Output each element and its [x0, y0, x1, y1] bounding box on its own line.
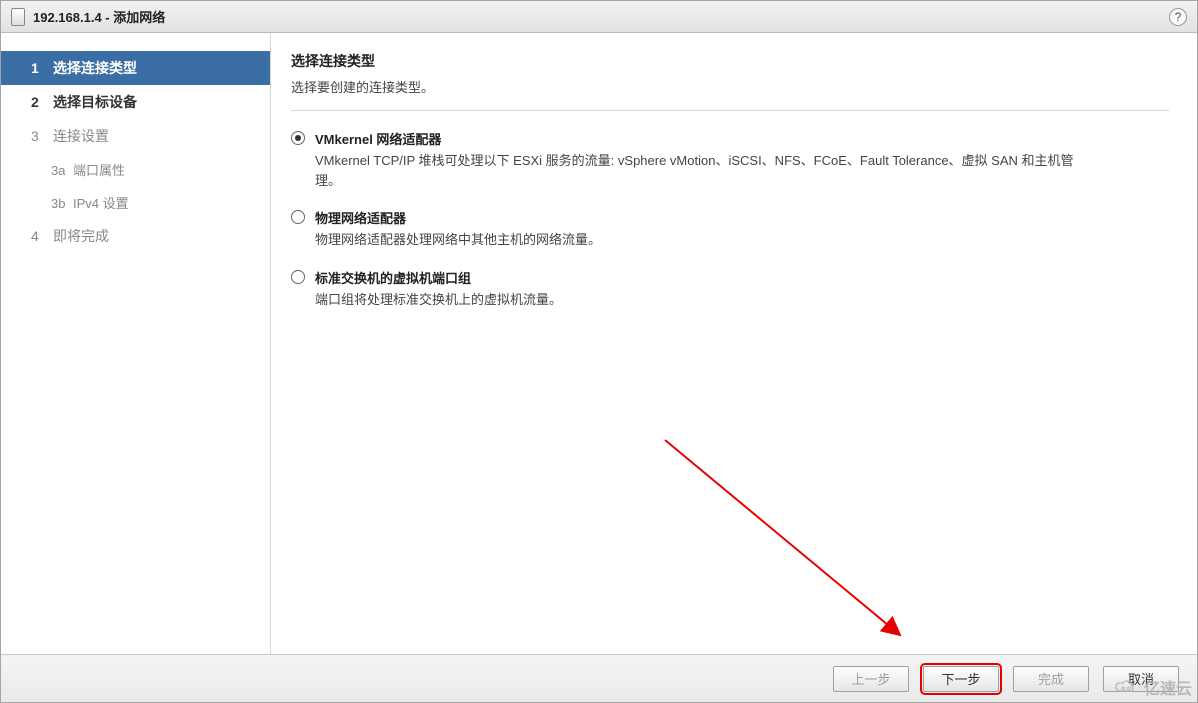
- step-ipv4-settings: 3bIPv4 设置: [1, 186, 270, 219]
- cloud-icon: [1112, 678, 1140, 696]
- main-panel: 选择连接类型 选择要创建的连接类型。 VMkernel 网络适配器 VMkern…: [271, 33, 1197, 654]
- help-icon[interactable]: ?: [1169, 8, 1187, 26]
- step-select-target-device[interactable]: 2选择目标设备: [1, 85, 270, 119]
- finish-button[interactable]: 完成: [1013, 666, 1089, 692]
- dialog-title: 192.168.1.4 - 添加网络: [33, 7, 165, 26]
- back-button[interactable]: 上一步: [833, 666, 909, 692]
- page-title: 选择连接类型: [291, 51, 1169, 71]
- divider: [291, 110, 1169, 111]
- option-physical-desc: 物理网络适配器处理网络中其他主机的网络流量。: [315, 230, 601, 250]
- option-vmkernel-title: VMkernel 网络适配器: [315, 129, 1075, 148]
- step-select-connection-type[interactable]: 1选择连接类型: [1, 51, 270, 85]
- option-physical-title: 物理网络适配器: [315, 208, 601, 227]
- dialog-footer: 上一步 下一步 完成 取消: [1, 654, 1197, 702]
- host-icon: [11, 8, 25, 26]
- option-portgroup-desc: 端口组将处理标准交换机上的虚拟机流量。: [315, 290, 562, 310]
- radio-portgroup[interactable]: [291, 270, 305, 284]
- wizard-sidebar: 1选择连接类型 2选择目标设备 3连接设置 3a端口属性 3bIPv4 设置 4…: [1, 33, 271, 654]
- step-ready-to-complete: 4即将完成: [1, 219, 270, 253]
- watermark: 亿速云: [1112, 675, 1192, 699]
- step-connection-settings: 3连接设置: [1, 119, 270, 153]
- option-portgroup[interactable]: 标准交换机的虚拟机端口组 端口组将处理标准交换机上的虚拟机流量。: [291, 268, 1169, 310]
- titlebar: 192.168.1.4 - 添加网络 ?: [1, 1, 1197, 33]
- dialog-window: 192.168.1.4 - 添加网络 ? 1选择连接类型 2选择目标设备 3连接…: [0, 0, 1198, 703]
- option-physical[interactable]: 物理网络适配器 物理网络适配器处理网络中其他主机的网络流量。: [291, 208, 1169, 250]
- page-subtitle: 选择要创建的连接类型。: [291, 77, 1169, 96]
- dialog-body: 1选择连接类型 2选择目标设备 3连接设置 3a端口属性 3bIPv4 设置 4…: [1, 33, 1197, 654]
- option-portgroup-title: 标准交换机的虚拟机端口组: [315, 268, 562, 287]
- radio-physical[interactable]: [291, 210, 305, 224]
- radio-vmkernel[interactable]: [291, 131, 305, 145]
- watermark-text: 亿速云: [1144, 675, 1192, 699]
- next-button[interactable]: 下一步: [923, 666, 999, 692]
- step-port-properties: 3a端口属性: [1, 153, 270, 186]
- option-vmkernel[interactable]: VMkernel 网络适配器 VMkernel TCP/IP 堆栈可处理以下 E…: [291, 129, 1169, 190]
- option-vmkernel-desc: VMkernel TCP/IP 堆栈可处理以下 ESXi 服务的流量: vSph…: [315, 151, 1075, 190]
